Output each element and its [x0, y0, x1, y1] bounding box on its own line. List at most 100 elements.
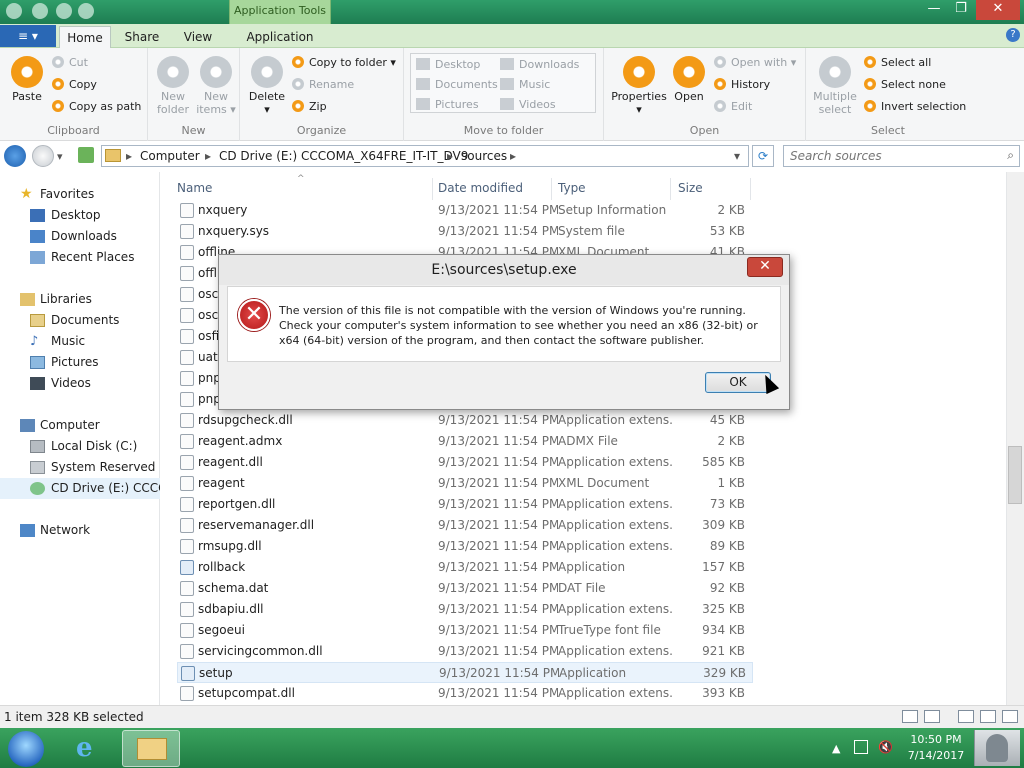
- paste-button[interactable]: Paste: [8, 56, 46, 103]
- column-divider[interactable]: [750, 178, 751, 200]
- nav-libraries[interactable]: Libraries: [0, 289, 160, 310]
- table-row[interactable]: setupcompat.dll 9/13/2021 11:54 PM Applica…: [177, 683, 753, 704]
- select-all-button[interactable]: Select all: [864, 56, 931, 70]
- details-view-icon[interactable]: [902, 710, 918, 723]
- large-icons-view-icon[interactable]: [958, 710, 974, 723]
- move-to-pictures[interactable]: Pictures: [416, 98, 479, 111]
- copy-button[interactable]: Copy: [52, 78, 97, 92]
- customize-qat-icon[interactable]: [78, 3, 94, 19]
- new-items-button[interactable]: New items ▾: [196, 56, 236, 116]
- details-pane-icon[interactable]: [980, 710, 996, 723]
- address-dropdown[interactable]: ▾: [734, 146, 740, 166]
- window-menu-icon[interactable]: [6, 3, 22, 19]
- preview-pane-icon[interactable]: [924, 710, 940, 723]
- table-row[interactable]: nxquery.sys 9/13/2021 11:54 PM System file…: [177, 221, 753, 242]
- table-row[interactable]: nxquery 9/13/2021 11:54 PM Setup Informati…: [177, 200, 753, 221]
- open-button[interactable]: Open: [670, 56, 708, 103]
- breadcrumb-sources[interactable]: sources: [461, 146, 507, 166]
- internet-explorer-taskbar-button[interactable]: e: [60, 730, 118, 767]
- nav-cd-drive[interactable]: CD Drive (E:) CCCOM: [0, 478, 160, 499]
- column-header-type[interactable]: Type: [558, 181, 586, 195]
- breadcrumb-computer[interactable]: Computer: [140, 146, 200, 166]
- vertical-scrollbar[interactable]: [1006, 172, 1024, 705]
- move-to-documents[interactable]: Documents: [416, 78, 498, 91]
- file-menu-button[interactable]: ≡ ▾: [0, 25, 56, 47]
- table-row[interactable]: sdbapiu.dll 9/13/2021 11:54 PM Application…: [177, 599, 753, 620]
- refresh-button[interactable]: ⟳: [752, 145, 774, 167]
- recent-locations-dropdown[interactable]: ▾: [57, 150, 63, 163]
- table-row[interactable]: setup 9/13/2021 11:54 PM Application 329 KB: [177, 662, 753, 683]
- breadcrumb-root-arrow[interactable]: ▸: [126, 146, 132, 166]
- properties-button[interactable]: Properties ▾: [610, 56, 668, 116]
- cut-button[interactable]: Cut: [52, 56, 88, 70]
- table-row[interactable]: rmsupg.dll 9/13/2021 11:54 PM Application …: [177, 536, 753, 557]
- search-box[interactable]: ⌕: [783, 145, 1020, 167]
- nav-favorites[interactable]: ★ Favorites: [0, 184, 160, 205]
- help-icon[interactable]: ?: [1006, 28, 1020, 42]
- tab-share[interactable]: Share: [117, 26, 167, 48]
- copy-to-folder-button[interactable]: Copy to folder ▾: [292, 56, 396, 70]
- nav-videos[interactable]: Videos: [0, 373, 160, 394]
- table-row[interactable]: reagent.dll 9/13/2021 11:54 PM Application…: [177, 452, 753, 473]
- breadcrumb-cd-drive[interactable]: CD Drive (E:) CCCOMA_X64FRE_IT-IT_DV9: [219, 146, 468, 166]
- nav-computer[interactable]: Computer: [0, 415, 160, 436]
- breadcrumb[interactable]: ▸ Computer ▸ CD Drive (E:) CCCOMA_X64FRE…: [101, 145, 749, 167]
- table-row[interactable]: rdsupgcheck.dll 9/13/2021 11:54 PM Applica…: [177, 410, 753, 431]
- invert-selection-button[interactable]: Invert selection: [864, 100, 966, 114]
- copy-as-path-button[interactable]: Copy as path: [52, 100, 141, 114]
- new-folder-button[interactable]: New folder: [154, 56, 192, 116]
- system-clock[interactable]: 10:50 PM 7/14/2017: [902, 732, 970, 764]
- move-to-desktop[interactable]: Desktop: [416, 58, 480, 71]
- history-button[interactable]: History: [714, 78, 770, 92]
- tab-home[interactable]: Home: [59, 26, 111, 48]
- multiple-select-button[interactable]: Multiple select: [812, 56, 858, 116]
- navigation-pane-toggle-icon[interactable]: [1002, 710, 1018, 723]
- nav-recent-places[interactable]: Recent Places: [0, 247, 160, 268]
- move-to-videos[interactable]: Videos: [500, 98, 556, 111]
- search-input[interactable]: [790, 146, 1000, 166]
- zip-button[interactable]: Zip: [292, 100, 327, 114]
- table-row[interactable]: reagent 9/13/2021 11:54 PM XML Document 1 K…: [177, 473, 753, 494]
- speaker-muted-icon[interactable]: 🔇: [878, 740, 893, 754]
- column-divider[interactable]: [432, 178, 433, 200]
- show-hidden-icons-button[interactable]: ▲: [832, 742, 840, 755]
- up-arrow-icon[interactable]: [78, 147, 94, 163]
- table-row[interactable]: reportgen.dll 9/13/2021 11:54 PM Applicati…: [177, 494, 753, 515]
- action-center-icon[interactable]: [854, 740, 868, 754]
- file-explorer-taskbar-button[interactable]: [122, 730, 180, 767]
- column-divider[interactable]: [551, 178, 552, 200]
- breadcrumb-separator[interactable]: ▸: [510, 146, 516, 166]
- maximize-button[interactable]: ❐: [948, 0, 974, 20]
- show-desktop-button[interactable]: [974, 730, 1020, 766]
- nav-desktop[interactable]: Desktop: [0, 205, 160, 226]
- properties-qat-icon[interactable]: [32, 3, 48, 19]
- edit-button[interactable]: Edit: [714, 100, 752, 114]
- breadcrumb-separator[interactable]: ▸: [447, 146, 453, 166]
- nav-pictures[interactable]: Pictures: [0, 352, 160, 373]
- nav-local-disk[interactable]: Local Disk (C:): [0, 436, 160, 457]
- nav-documents[interactable]: Documents: [0, 310, 160, 331]
- delete-button[interactable]: Delete ▾: [248, 56, 286, 116]
- table-row[interactable]: reservemanager.dll 9/13/2021 11:54 PM Appl…: [177, 515, 753, 536]
- move-to-music[interactable]: Music: [500, 78, 550, 91]
- move-to-downloads[interactable]: Downloads: [500, 58, 579, 71]
- tab-view[interactable]: View: [176, 26, 220, 48]
- nav-music[interactable]: ♪ Music: [0, 331, 160, 352]
- open-with-button[interactable]: Open with ▾: [714, 56, 796, 70]
- minimize-button[interactable]: —: [920, 0, 948, 20]
- table-row[interactable]: segoeui 9/13/2021 11:54 PM TrueType font f…: [177, 620, 753, 641]
- back-button[interactable]: [4, 145, 26, 167]
- vertical-scrollbar-thumb[interactable]: [1008, 446, 1022, 504]
- forward-button[interactable]: [32, 145, 54, 167]
- tab-application[interactable]: Application: [240, 26, 320, 48]
- breadcrumb-separator[interactable]: ▸: [205, 146, 211, 166]
- select-none-button[interactable]: Select none: [864, 78, 946, 92]
- new-folder-qat-icon[interactable]: [56, 3, 72, 19]
- search-icon[interactable]: ⌕: [1007, 148, 1014, 163]
- table-row[interactable]: servicingcommon.dll 9/13/2021 11:54 PM App…: [177, 641, 753, 662]
- close-window-button[interactable]: ✕: [976, 0, 1020, 20]
- table-row[interactable]: rollback 9/13/2021 11:54 PM Application 157…: [177, 557, 753, 578]
- column-divider[interactable]: [670, 178, 671, 200]
- table-row[interactable]: schema.dat 9/13/2021 11:54 PM DAT File 92 K…: [177, 578, 753, 599]
- nav-system-reserved[interactable]: System Reserved (D:: [0, 457, 160, 478]
